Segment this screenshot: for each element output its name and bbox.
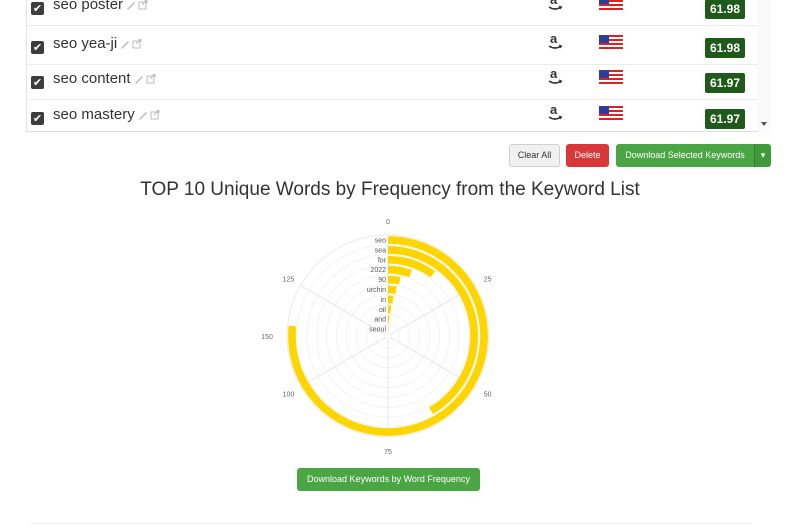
axis-tick-label: 50	[484, 392, 492, 399]
bar-2022	[387, 265, 413, 278]
category-label: in	[381, 297, 387, 304]
category-label: seo	[375, 237, 386, 244]
grid-spoke	[300, 336, 387, 387]
bar-urchin	[387, 285, 397, 294]
axis-tick-label: 25	[484, 277, 492, 284]
category-label: sea	[375, 247, 386, 254]
axis-tick-label: 125	[283, 277, 295, 284]
category-label: 90	[378, 277, 386, 284]
divider	[30, 523, 750, 524]
category-label: seoul	[369, 327, 386, 334]
axis-tick-label: 0	[386, 219, 390, 226]
axis-tick-label: 75	[384, 449, 392, 456]
axis-tick-label: 150	[261, 334, 273, 341]
word-frequency-chart: 0 25 50 75 100 125 150 seo sea for 2022 90 urchin in o…	[261, 219, 492, 456]
axis-tick-label: 100	[283, 392, 295, 399]
category-label: and	[374, 317, 386, 324]
download-word-frequency-button[interactable]: Download Keywords by Word Frequency	[297, 468, 480, 491]
category-label: urchin	[367, 287, 386, 294]
category-label: for	[378, 257, 387, 264]
category-label: 2022	[370, 267, 386, 274]
bar-90	[387, 275, 401, 285]
category-label: oil	[379, 307, 386, 314]
